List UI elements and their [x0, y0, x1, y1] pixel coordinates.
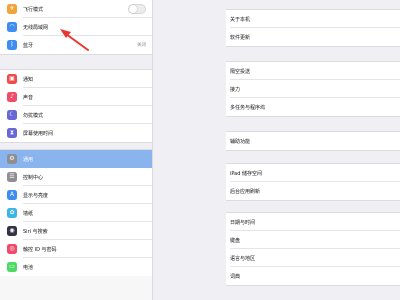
sidebar-item-control-center[interactable]: ☰ 控制中心 [0, 168, 152, 186]
group-gap [0, 54, 152, 70]
airplane-mode-toggle[interactable] [128, 4, 146, 14]
row-dictionary[interactable]: 词典 [226, 267, 400, 285]
sidebar-item-label: 屏幕使用时间 [23, 130, 54, 137]
sidebar-item-label: 触控 ID 与密码 [23, 246, 57, 253]
row-label: 语言与地区 [230, 255, 256, 262]
sidebar-group-connectivity: ✈ 飞行模式 ◠ 无线局域网 ᛒ 蓝牙 关闭 [0, 0, 152, 54]
sidebar-item-screen-time[interactable]: ⧗ 屏幕使用时间 [0, 124, 152, 142]
row-airdrop[interactable]: 隔空投送 [226, 62, 400, 80]
sound-icon: ♪ [7, 92, 17, 102]
row-label: 辅助功能 [230, 138, 251, 145]
wallpaper-icon: ✿ [7, 208, 17, 218]
row-label: 隔空投送 [230, 68, 251, 75]
row-language-region[interactable]: 语言与地区 [226, 249, 400, 267]
sidebar-item-touch-id[interactable]: ◎ 触控 ID 与密码 [0, 240, 152, 258]
row-about[interactable]: 关于本机 [226, 10, 400, 28]
settings-sidebar: ✈ 飞行模式 ◠ 无线局域网 ᛒ 蓝牙 关闭 ▣ 通知 ♪ 声音 ☾ 勿扰模式 … [0, 0, 153, 300]
sidebar-item-battery[interactable]: ▭ 电池 [0, 258, 152, 276]
row-label: 软件更新 [230, 34, 251, 41]
general-gear-icon: ⚙ [7, 154, 17, 164]
sidebar-item-label: 控制中心 [23, 174, 44, 181]
sidebar-item-label: 墙纸 [23, 210, 34, 217]
row-date-time[interactable]: 日期与时间 [226, 213, 400, 231]
sidebar-item-label: 显示与亮度 [23, 192, 49, 199]
row-label: 后台应用刷新 [230, 188, 261, 195]
siri-icon: ◉ [7, 226, 17, 236]
sidebar-item-sounds[interactable]: ♪ 声音 [0, 88, 152, 106]
row-multitasking-dock[interactable]: 多任务与程序坞 [226, 98, 400, 116]
battery-icon: ▭ [7, 262, 17, 272]
settings-group-storage: iPad 储存空间 后台应用刷新 [226, 163, 400, 201]
sidebar-item-general[interactable]: ⚙ 通用 [0, 150, 152, 168]
bluetooth-status-value: 关闭 [137, 43, 146, 48]
row-keyboard[interactable]: 键盘 [226, 231, 400, 249]
row-label: 词典 [230, 273, 241, 280]
row-label: 日期与时间 [230, 219, 256, 226]
bluetooth-icon: ᛒ [7, 40, 17, 50]
sidebar-item-siri-search[interactable]: ◉ Siri 与搜索 [0, 222, 152, 240]
sidebar-item-label: 通知 [23, 76, 34, 83]
settings-group-accessibility: 辅助功能 [226, 131, 400, 151]
sidebar-item-label: Siri 与搜索 [23, 228, 48, 235]
sidebar-item-label: 蓝牙 [23, 42, 34, 49]
wifi-icon: ◠ [7, 22, 17, 32]
sidebar-item-label: 勿扰模式 [23, 112, 44, 119]
row-label: 接力 [230, 86, 241, 93]
sidebar-item-notifications[interactable]: ▣ 通知 [0, 70, 152, 88]
sidebar-group-general: ⚙ 通用 ☰ 控制中心 A 显示与亮度 ✿ 墙纸 ◉ Siri 与搜索 ◎ 触控… [0, 150, 152, 276]
row-accessibility[interactable]: 辅助功能 [226, 132, 400, 150]
row-label: iPad 储存空间 [230, 170, 263, 177]
airplane-icon: ✈ [7, 4, 17, 14]
group-gap [0, 142, 152, 150]
sidebar-item-airplane-mode[interactable]: ✈ 飞行模式 [0, 0, 152, 18]
row-ipad-storage[interactable]: iPad 储存空间 [226, 164, 400, 182]
control-center-icon: ☰ [7, 172, 17, 182]
sidebar-item-display-brightness[interactable]: A 显示与亮度 [0, 186, 152, 204]
row-label: 键盘 [230, 237, 241, 244]
do-not-disturb-icon: ☾ [7, 110, 17, 120]
settings-group-continuity: 隔空投送 接力 多任务与程序坞 [226, 61, 400, 117]
display-brightness-icon: A [7, 190, 17, 200]
sidebar-group-notifications: ▣ 通知 ♪ 声音 ☾ 勿扰模式 ⧗ 屏幕使用时间 [0, 70, 152, 142]
row-background-app-refresh[interactable]: 后台应用刷新 [226, 182, 400, 200]
toggle-knob [129, 5, 137, 13]
general-settings-panel: 关于本机 软件更新 隔空投送 接力 多任务与程序坞 辅助功能 iPad 储存空间… [226, 0, 400, 300]
sidebar-item-label: 飞行模式 [23, 6, 44, 13]
sidebar-item-label: 电池 [23, 264, 34, 271]
sidebar-item-wallpaper[interactable]: ✿ 墙纸 [0, 204, 152, 222]
row-label: 关于本机 [230, 16, 251, 23]
settings-group-datetime: 日期与时间 键盘 语言与地区 词典 [226, 212, 400, 286]
sidebar-item-wifi[interactable]: ◠ 无线局域网 [0, 18, 152, 36]
row-label: 多任务与程序坞 [230, 104, 266, 111]
sidebar-item-label: 无线局域网 [23, 24, 49, 31]
sidebar-item-label: 声音 [23, 94, 34, 101]
sidebar-item-do-not-disturb[interactable]: ☾ 勿扰模式 [0, 106, 152, 124]
touch-id-icon: ◎ [7, 244, 17, 254]
sidebar-item-label: 通用 [23, 156, 34, 163]
settings-group-about: 关于本机 软件更新 [226, 9, 400, 47]
notifications-icon: ▣ [7, 74, 17, 84]
screen-time-icon: ⧗ [7, 128, 17, 138]
row-handoff[interactable]: 接力 [226, 80, 400, 98]
sidebar-item-bluetooth[interactable]: ᛒ 蓝牙 关闭 [0, 36, 152, 54]
row-software-update[interactable]: 软件更新 [226, 28, 400, 46]
